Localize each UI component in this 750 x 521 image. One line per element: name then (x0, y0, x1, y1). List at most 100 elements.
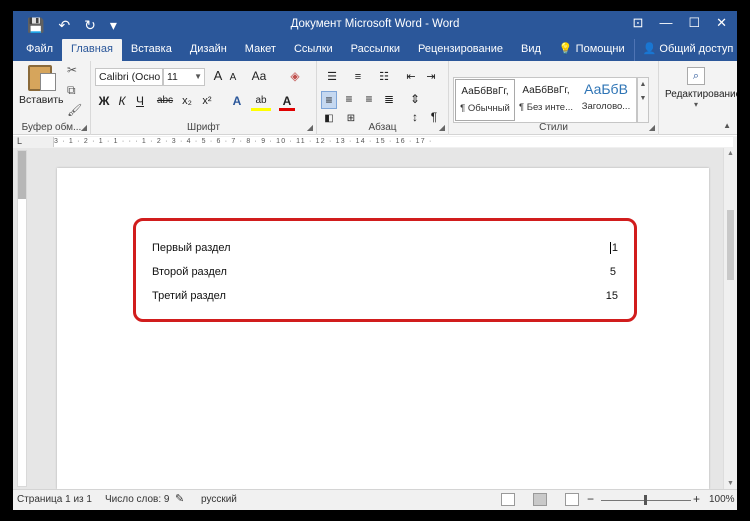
font-group-label: Шрифт (187, 122, 220, 133)
toc-entry-title: Третий раздел (152, 290, 226, 302)
grow-font-button[interactable]: A (211, 68, 225, 86)
close-button[interactable]: ✕ (716, 15, 727, 31)
cut-icon[interactable]: ✂ (67, 63, 77, 77)
ruler-track[interactable]: 3 · 1 · 2 · 1 · 1 · · · 1 · 2 · 3 · 4 · … (53, 137, 733, 147)
tab-view[interactable]: Вид (512, 39, 550, 61)
shrink-font-button[interactable]: A (227, 70, 239, 88)
maximize-button[interactable]: ☐ (688, 15, 700, 31)
tab-references[interactable]: Ссылки (285, 39, 342, 61)
italic-button[interactable]: К (115, 93, 129, 111)
tab-right-area: 💡 Помощни 👤 Общий доступ (550, 39, 737, 61)
styles-group-label: Стили (539, 122, 568, 133)
decrease-indent-icon[interactable]: ⇤ (403, 69, 419, 87)
zoom-slider-handle[interactable] (644, 495, 647, 505)
toc-entry[interactable]: Первый раздел 1 (152, 242, 618, 258)
font-color-button[interactable]: A (279, 93, 295, 111)
page-count[interactable]: Страница 1 из 1 (17, 494, 92, 505)
underline-button[interactable]: Ч (133, 93, 147, 111)
superscript-button[interactable]: x² (199, 93, 215, 111)
group-paragraph: ☰ ≡ ☷ ⇤ ⇥ ≡ ≡ ≡ ≣ ⇕ ↕ ◧ ⊞ ¶ Абзац ◢ (317, 61, 449, 135)
tab-mailings[interactable]: Рассылки (342, 39, 409, 61)
styles-launcher-icon[interactable]: ◢ (649, 123, 655, 132)
copy-icon[interactable]: ⧉ (67, 83, 76, 98)
proofing-icon[interactable]: ✎ (175, 492, 184, 505)
highlight-button[interactable]: ab (251, 93, 271, 111)
font-launcher-icon[interactable]: ◢ (307, 123, 313, 132)
justify-icon[interactable]: ≣ (381, 91, 397, 109)
print-layout-icon[interactable] (533, 493, 547, 506)
paragraph-launcher-icon[interactable]: ◢ (439, 123, 445, 132)
editing-label: Редактирование (665, 89, 737, 100)
zoom-out-button[interactable]: − (587, 492, 594, 506)
strikethrough-button[interactable]: abc (155, 93, 175, 111)
clear-formatting-icon[interactable]: ◈ (287, 68, 303, 86)
word-count[interactable]: Число слов: 9 (105, 494, 169, 505)
status-bar: Страница 1 из 1 Число слов: 9 ✎ русский … (13, 489, 737, 510)
ruler-ticks: 3 · 1 · 2 · 1 · 1 · · · 1 · 2 · 3 · 4 · … (54, 138, 433, 145)
toc-entry-page: 5 (609, 266, 616, 278)
style-heading[interactable]: АаБбВ Заголово... (576, 79, 636, 121)
style-no-spacing[interactable]: АаБбВвГг, ¶ Без инте... (516, 79, 576, 121)
bold-button[interactable]: Ж (97, 93, 111, 111)
clipboard-group-label: Буфер обм... (21, 122, 82, 133)
zoom-level[interactable]: 100% (709, 494, 735, 505)
font-size-select[interactable]: 11 ▼ (163, 68, 205, 86)
bullets-icon[interactable]: ☰ (321, 69, 343, 87)
help-search[interactable]: 💡 Помощни (550, 39, 634, 61)
multilevel-list-icon[interactable]: ☷ (373, 69, 395, 87)
share-button[interactable]: 👤 Общий доступ (633, 39, 737, 61)
zoom-in-button[interactable]: + (693, 492, 700, 506)
ribbon-display-icon[interactable]: ⊡ (633, 15, 644, 31)
change-case-button[interactable]: Aa (249, 68, 269, 86)
align-center-icon[interactable]: ≡ (341, 91, 357, 109)
scroll-up-icon[interactable]: ▲ (724, 150, 737, 157)
styles-more-button[interactable]: ▲ ▼ (637, 77, 649, 123)
subscript-button[interactable]: x₂ (179, 93, 195, 111)
language[interactable]: русский (201, 494, 237, 505)
chevron-down-icon: ▾ (693, 100, 698, 109)
tab-layout[interactable]: Макет (236, 39, 285, 61)
document-canvas: Первый раздел 1 Второй раздел 5 Третий р… (13, 148, 737, 489)
read-mode-icon[interactable] (501, 493, 515, 506)
ribbon-tabs: Файл Главная Вставка Дизайн Макет Ссылки… (13, 39, 737, 61)
clipboard-launcher-icon[interactable]: ◢ (81, 123, 87, 132)
line-spacing-icon[interactable]: ⇕ (407, 91, 423, 109)
numbering-icon[interactable]: ≡ (347, 69, 369, 87)
minimize-button[interactable]: — (659, 15, 672, 31)
tab-insert[interactable]: Вставка (122, 39, 181, 61)
word-window: 💾 ↶ ↻ ▾ Документ Microsoft Word - Word ⊡… (13, 11, 737, 510)
paste-button[interactable]: Вставить (19, 65, 64, 106)
style-sample: АаБбВвГг, (461, 86, 509, 97)
font-name-value: Calibri (Осно (99, 71, 161, 83)
horizontal-ruler: L 3 · 1 · 2 · 1 · 1 · · · 1 · 2 · 3 · 4 … (13, 136, 737, 148)
tab-home[interactable]: Главная (62, 39, 122, 61)
toc-entry-title: Первый раздел (152, 242, 231, 254)
paste-label: Вставить (19, 94, 64, 106)
chevron-down-icon: ▼ (194, 72, 202, 81)
increase-indent-icon[interactable]: ⇥ (423, 69, 439, 87)
style-name: Заголово... (581, 101, 631, 112)
text-effects-button[interactable]: A (229, 93, 245, 111)
toc-entry[interactable]: Второй раздел 5 (152, 266, 618, 282)
font-size-value: 11 (167, 71, 178, 83)
style-sample: АаБбВвГг, (522, 85, 570, 96)
web-layout-icon[interactable] (565, 493, 579, 506)
collapse-ribbon-icon[interactable]: ▲ (723, 121, 731, 130)
tab-review[interactable]: Рецензирование (409, 39, 512, 61)
tab-file[interactable]: Файл (17, 39, 62, 61)
document-page[interactable]: Первый раздел 1 Второй раздел 5 Третий р… (57, 168, 709, 489)
window-title: Документ Microsoft Word - Word (290, 18, 460, 30)
toc-entry[interactable]: Третий раздел 15 (152, 290, 618, 306)
person-icon: 👤 (642, 43, 657, 55)
tab-design[interactable]: Дизайн (181, 39, 236, 61)
tab-selector-icon[interactable]: L (17, 136, 22, 146)
scroll-down-icon[interactable]: ▼ (724, 480, 737, 487)
editing-button[interactable]: ⌕ Редактирование ▾ (665, 67, 737, 109)
font-name-select[interactable]: Calibri (Осно (95, 68, 163, 86)
align-right-icon[interactable]: ≡ (361, 91, 377, 109)
vertical-scrollbar[interactable]: ▲ ▼ (723, 148, 737, 489)
scrollbar-thumb[interactable] (727, 210, 734, 280)
format-painter-icon[interactable]: 🖌 (67, 103, 82, 117)
align-left-icon[interactable]: ≡ (321, 91, 337, 109)
style-normal[interactable]: АаБбВвГг, ¶ Обычный (455, 79, 515, 121)
